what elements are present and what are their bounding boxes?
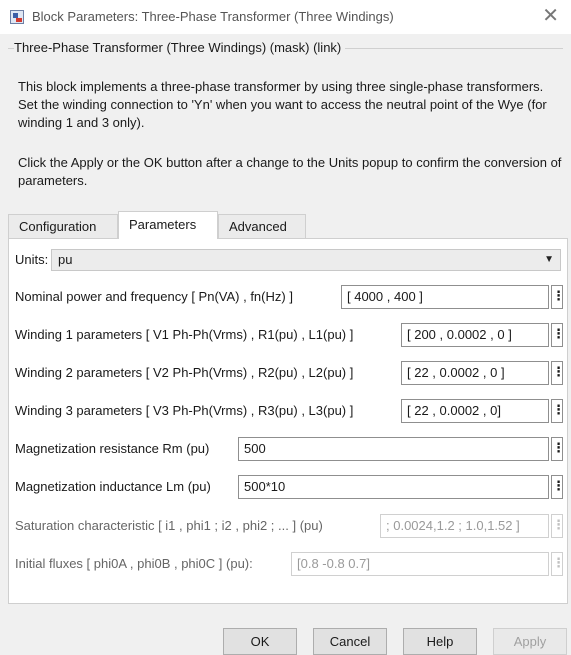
tab-bar: Configuration Parameters Advanced <box>8 211 568 239</box>
saturation-label: Saturation characteristic [ i1 , phi1 ; … <box>15 518 323 533</box>
winding2-menu-icon[interactable]: ⋮ <box>551 361 565 385</box>
winding3-menu-icon[interactable]: ⋮ <box>551 399 565 423</box>
initial-fluxes-menu-icon: ⋮ <box>551 552 565 576</box>
rm-menu-icon[interactable]: ⋮ <box>551 437 565 461</box>
rm-field[interactable]: 500 <box>238 437 549 461</box>
tab-configuration[interactable]: Configuration <box>8 214 118 238</box>
rm-label: Magnetization resistance Rm (pu) <box>15 441 210 456</box>
units-dropdown[interactable]: pu ▼ <box>51 249 561 271</box>
ok-button[interactable]: OK <box>223 628 297 655</box>
units-label: Units: <box>15 252 49 267</box>
winding3-field[interactable]: [ 22 , 0.0002 , 0] <box>401 399 549 423</box>
lm-label: Magnetization inductance Lm (pu) <box>15 479 211 494</box>
saturation-menu-icon: ⋮ <box>551 514 565 538</box>
winding2-label: Winding 2 parameters [ V2 Ph-Ph(Vrms) , … <box>15 365 354 380</box>
nominal-power-menu-icon[interactable]: ⋮ <box>551 285 565 309</box>
winding1-field[interactable]: [ 200 , 0.0002 , 0 ] <box>401 323 549 347</box>
saturation-field: ; 0.0024,1.2 ; 1.0,1.52 ] <box>380 514 549 538</box>
block-description: This block implements a three-phase tran… <box>18 79 547 130</box>
initial-fluxes-field: [0.8 -0.8 0.7] <box>291 552 549 576</box>
nominal-power-label: Nominal power and frequency [ Pn(VA) , f… <box>15 289 293 304</box>
initial-fluxes-label: Initial fluxes [ phi0A , phi0B , phi0C ]… <box>15 556 253 571</box>
units-note: Click the Apply or the OK button after a… <box>18 155 562 188</box>
window-title: Block Parameters: Three-Phase Transforme… <box>32 9 394 24</box>
help-button[interactable]: Help <box>403 628 477 655</box>
nominal-power-field[interactable]: [ 4000 , 400 ] <box>341 285 549 309</box>
apply-button: Apply <box>493 628 567 655</box>
tab-parameters[interactable]: Parameters <box>118 211 218 239</box>
simulink-block-icon <box>10 10 24 24</box>
lm-field[interactable]: 500*10 <box>238 475 549 499</box>
mask-group-title: Three-Phase Transformer (Three Windings)… <box>14 40 346 55</box>
units-selected-value: pu <box>58 252 73 267</box>
cancel-button[interactable]: Cancel <box>313 628 387 655</box>
winding1-label: Winding 1 parameters [ V1 Ph-Ph(Vrms) , … <box>15 327 354 342</box>
lm-menu-icon[interactable]: ⋮ <box>551 475 565 499</box>
winding2-field[interactable]: [ 22 , 0.0002 , 0 ] <box>401 361 549 385</box>
winding1-menu-icon[interactable]: ⋮ <box>551 323 565 347</box>
chevron-down-icon: ▼ <box>544 254 554 265</box>
close-icon[interactable]: ✕ <box>542 5 559 27</box>
parameters-panel: Units: pu ▼ Nominal power and frequency … <box>8 238 568 604</box>
title-bar: Block Parameters: Three-Phase Transforme… <box>0 0 571 34</box>
winding3-label: Winding 3 parameters [ V3 Ph-Ph(Vrms) , … <box>15 403 354 418</box>
tab-advanced[interactable]: Advanced <box>218 214 306 238</box>
